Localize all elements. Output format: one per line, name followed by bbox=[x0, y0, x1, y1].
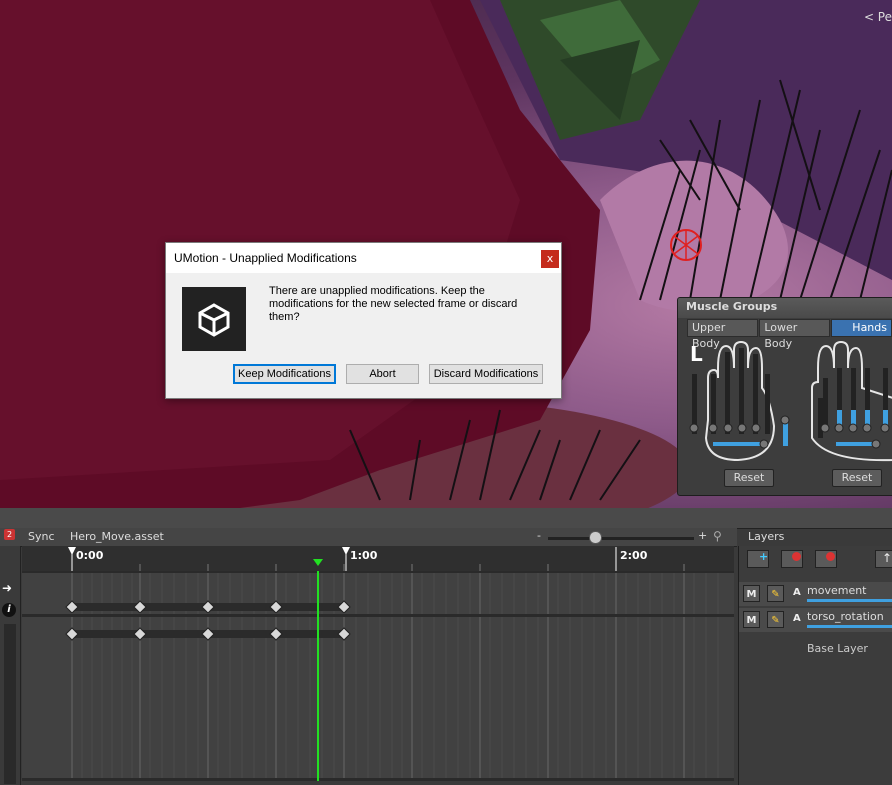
layers-panel: + ↑ M ✎ A movement M ✎ A torso_rotation … bbox=[738, 546, 892, 785]
dialog-close-button[interactable]: x bbox=[541, 250, 559, 268]
layers-title: Layers bbox=[748, 530, 785, 543]
layer-weight-bar[interactable] bbox=[807, 625, 892, 628]
sync-toggle[interactable]: Sync bbox=[28, 530, 55, 543]
perspective-label[interactable]: < Pe bbox=[864, 10, 892, 24]
clip-editor-panel: 2 Sync Hero_Move.asset - + ⚲ Layers ➜ i … bbox=[0, 508, 892, 785]
hand-diagram[interactable] bbox=[678, 338, 892, 468]
editor-top-bar bbox=[0, 508, 892, 529]
zoom-search-icon[interactable]: ⚲ bbox=[713, 529, 722, 543]
tab-hands[interactable]: Hands bbox=[831, 319, 892, 337]
layer-edit-icon[interactable]: ✎ bbox=[767, 585, 784, 602]
ruler-label-0: 0:00 bbox=[76, 549, 104, 562]
layer-weight-bar[interactable] bbox=[807, 599, 892, 602]
clip-asset-name: Hero_Move.asset bbox=[70, 530, 164, 543]
abort-button[interactable]: Abort bbox=[346, 364, 419, 384]
layer-edit-icon[interactable]: ✎ bbox=[767, 611, 784, 628]
unity-logo-icon bbox=[182, 287, 246, 351]
muscle-groups-title: Muscle Groups bbox=[686, 300, 778, 313]
muscle-groups-header[interactable]: Muscle Groups bbox=[678, 298, 892, 318]
timeline-ruler[interactable]: 0:00 1:00 2:00 bbox=[22, 546, 734, 571]
layer-mute-button[interactable]: M bbox=[743, 611, 760, 628]
layer-row[interactable]: M ✎ A movement bbox=[739, 582, 892, 606]
unapplied-modifications-dialog: UMotion - Unapplied Modifications x Ther… bbox=[165, 242, 562, 399]
delete-layer-icon[interactable] bbox=[815, 550, 837, 568]
timeline-left-toolbar: ➜ i bbox=[0, 546, 21, 785]
dialog-title: UMotion - Unapplied Modifications bbox=[174, 251, 357, 265]
discard-modifications-button[interactable]: Discard Modifications bbox=[429, 364, 543, 384]
layer-mute-button[interactable]: M bbox=[743, 585, 760, 602]
zoom-slider-track[interactable] bbox=[548, 537, 694, 540]
zoom-slider-thumb[interactable] bbox=[589, 531, 602, 544]
dopesheet-grid bbox=[22, 571, 734, 781]
dopesheet-track-area[interactable] bbox=[22, 571, 734, 781]
move-layer-up-icon[interactable]: ↑ bbox=[875, 550, 892, 568]
notification-badge[interactable]: 2 bbox=[4, 529, 15, 540]
layer-row[interactable]: M ✎ A torso_rotation bbox=[739, 608, 892, 632]
add-layer-icon[interactable]: + bbox=[747, 550, 769, 568]
base-layer-label[interactable]: Base Layer bbox=[807, 642, 868, 655]
layer-additive-label: A bbox=[793, 587, 801, 598]
muscle-groups-panel: Muscle Groups Upper Body Lower Body Hand… bbox=[677, 297, 892, 496]
reset-right-hand-button[interactable]: Reset bbox=[832, 469, 882, 487]
remove-layer-icon[interactable] bbox=[781, 550, 803, 568]
zoom-out-button[interactable]: - bbox=[537, 529, 541, 542]
zoom-in-button[interactable]: + bbox=[698, 529, 707, 542]
layer-name: torso_rotation bbox=[807, 610, 884, 623]
dialog-message: There are unapplied modifications. Keep … bbox=[269, 285, 518, 323]
dialog-titlebar: UMotion - Unapplied Modifications x bbox=[166, 243, 561, 273]
keep-modifications-button[interactable]: Keep Modifications bbox=[233, 364, 336, 384]
muscle-groups-tabs: Upper Body Lower Body Hands bbox=[687, 319, 892, 350]
info-icon[interactable]: i bbox=[2, 603, 16, 617]
tab-lower-body[interactable]: Lower Body bbox=[759, 319, 831, 350]
ruler-label-1: 1:00 bbox=[350, 549, 378, 562]
reset-left-hand-button[interactable]: Reset bbox=[724, 469, 774, 487]
vertical-scrollbar[interactable] bbox=[4, 624, 16, 784]
tab-upper-body[interactable]: Upper Body bbox=[687, 319, 759, 350]
layer-name: movement bbox=[807, 584, 867, 597]
ruler-label-2: 2:00 bbox=[620, 549, 648, 562]
layer-additive-label: A bbox=[793, 613, 801, 624]
arrow-right-icon[interactable]: ➜ bbox=[2, 581, 12, 595]
